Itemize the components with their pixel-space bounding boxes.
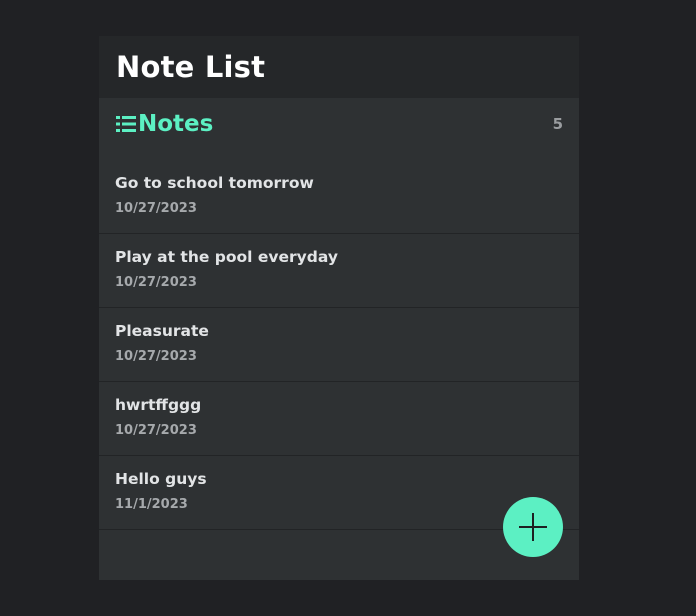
list-icon	[116, 116, 136, 132]
note-date: 11/1/2023	[115, 497, 188, 512]
note-title: Go to school tomorrow	[115, 174, 314, 192]
note-item[interactable]: Go to school tomorrow 10/27/2023	[99, 160, 579, 234]
note-date: 10/27/2023	[115, 349, 197, 364]
notes-section-header: Notes 5	[99, 98, 579, 150]
note-date: 10/27/2023	[115, 423, 197, 438]
notes-section-label: Notes	[138, 111, 214, 137]
notes-count: 5	[552, 115, 563, 133]
note-date: 10/27/2023	[115, 275, 197, 290]
add-note-button[interactable]	[503, 497, 563, 557]
app-header: Note List	[99, 36, 579, 98]
note-item[interactable]: Play at the pool everyday 10/27/2023	[99, 234, 579, 308]
note-item[interactable]: hwrtffggg 10/27/2023	[99, 382, 579, 456]
note-title: Pleasurate	[115, 322, 209, 340]
note-date: 10/27/2023	[115, 201, 197, 216]
notes-list: Go to school tomorrow 10/27/2023 Play at…	[99, 160, 579, 530]
note-item[interactable]: Pleasurate 10/27/2023	[99, 308, 579, 382]
note-list-app: Note List Notes 5 Go to school tomorrow …	[99, 36, 579, 580]
note-title: Hello guys	[115, 470, 207, 488]
page-title: Note List	[116, 50, 266, 84]
plus-icon	[519, 513, 547, 541]
note-title: hwrtffggg	[115, 396, 202, 414]
notes-section-title: Notes	[116, 111, 213, 137]
note-title: Play at the pool everyday	[115, 248, 338, 266]
